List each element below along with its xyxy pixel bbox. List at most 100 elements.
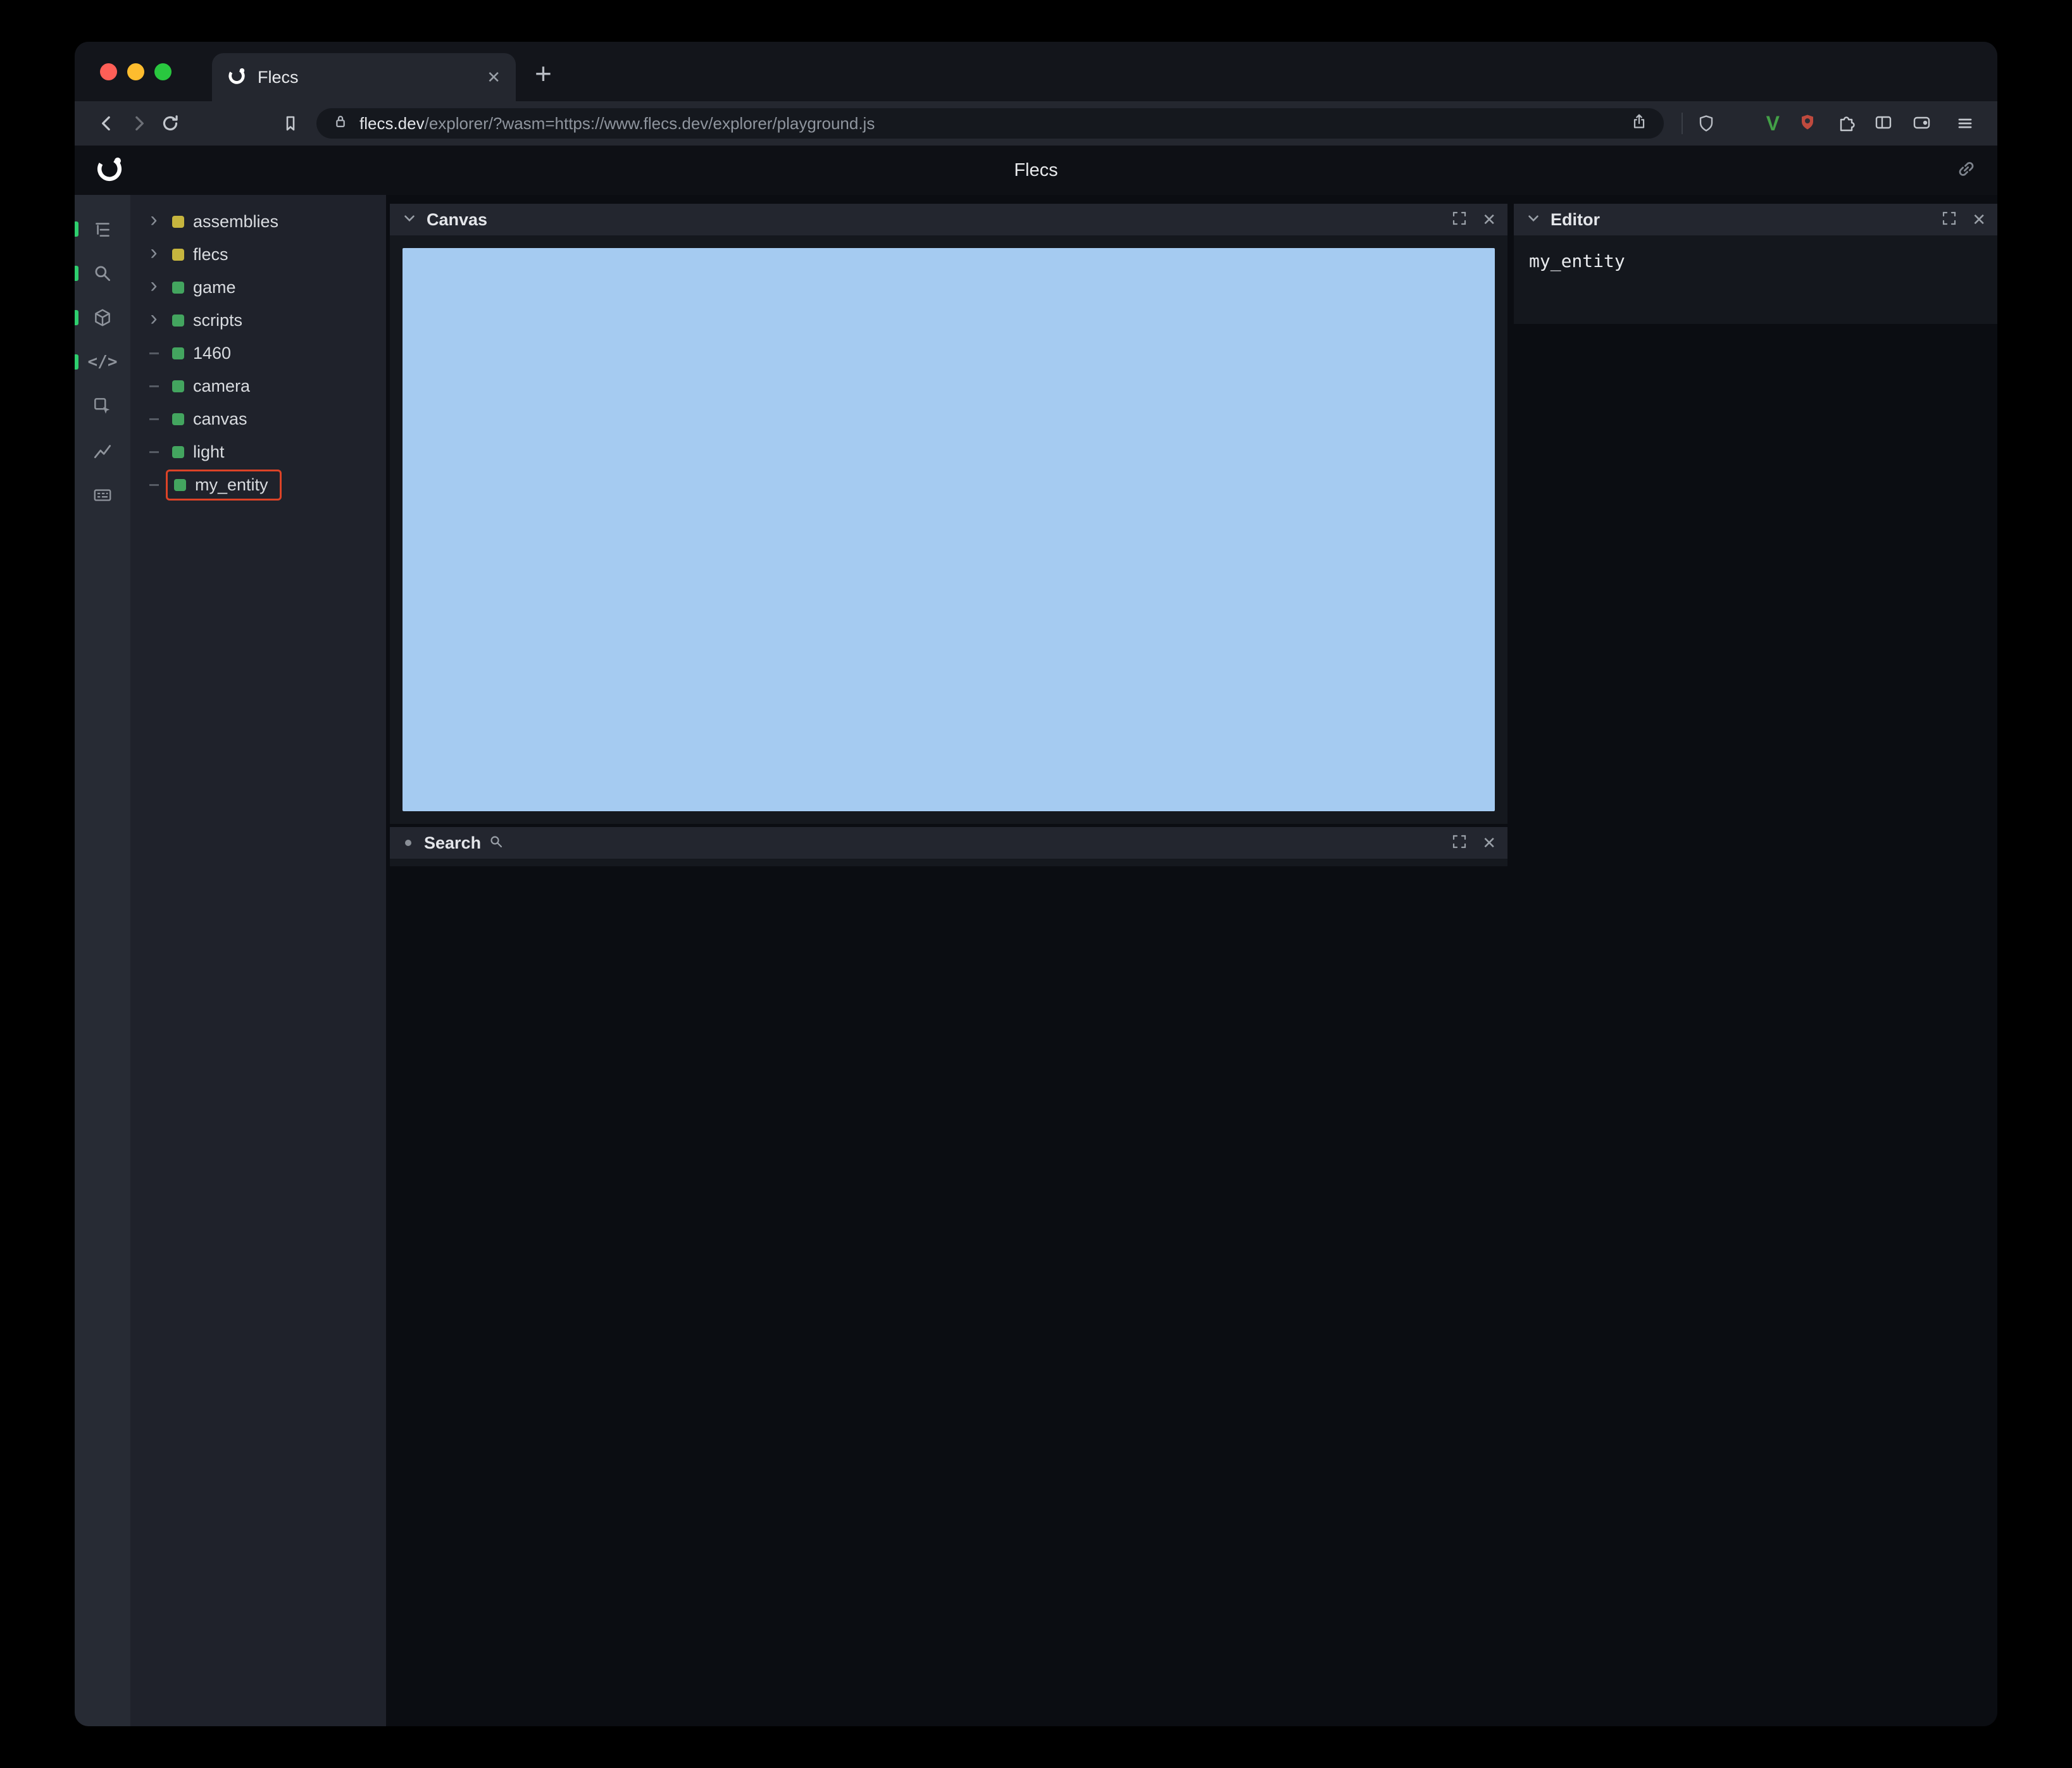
canvas-column: Canvas ✕ Search ✕: [390, 204, 1507, 866]
search-magnifier-icon: [489, 834, 504, 852]
collapse-chevron-icon[interactable]: [1525, 210, 1542, 230]
brave-shields-icon[interactable]: [1690, 108, 1722, 139]
tab-bar: Flecs ✕ +: [75, 42, 1997, 101]
active-indicator: [75, 354, 78, 370]
new-tab-button[interactable]: +: [535, 49, 552, 101]
back-button[interactable]: [91, 108, 123, 139]
tree-item-label: game: [193, 277, 236, 297]
tree-item-1460[interactable]: 1460: [130, 337, 386, 370]
expand-chevron-icon[interactable]: [144, 245, 163, 264]
editor-column: Editor ✕ my_entity: [1514, 204, 1997, 324]
editor-panel-body[interactable]: my_entity: [1514, 235, 1997, 324]
expand-chevron-icon[interactable]: [144, 212, 163, 231]
extension-v-icon[interactable]: V: [1766, 112, 1780, 135]
search-icon[interactable]: [75, 256, 130, 291]
app-content: </> assemblies flecs: [75, 195, 1997, 1726]
lock-icon: [332, 113, 349, 135]
url-path: /explorer/?wasm=https://www.flecs.dev/ex…: [424, 113, 875, 133]
left-icon-sidebar: </>: [75, 195, 130, 1726]
zoom-window-button[interactable]: [154, 63, 172, 80]
tree-item-label: camera: [193, 376, 251, 395]
browser-window: Flecs ✕ + flecs.dev /explorer/?wasm=http…: [75, 42, 1997, 1726]
console-icon[interactable]: [75, 477, 130, 513]
collapsed-bullet-icon[interactable]: [405, 840, 411, 846]
editor-content[interactable]: my_entity: [1529, 251, 1625, 271]
chart-icon[interactable]: [75, 433, 130, 468]
bookmark-icon[interactable]: [275, 108, 306, 139]
entity-dot: [172, 445, 184, 458]
close-window-button[interactable]: [100, 63, 117, 80]
tree-item-label: 1460: [193, 343, 232, 363]
extensions-puzzle-icon[interactable]: [1835, 112, 1856, 135]
fullscreen-icon[interactable]: [1940, 209, 1958, 230]
minimize-window-button[interactable]: [127, 63, 144, 80]
tree-item-label: light: [193, 442, 225, 461]
close-panel-icon[interactable]: ✕: [1482, 833, 1496, 853]
flecs-logo-icon: [95, 154, 124, 187]
highlight-annotation-box: my_entity: [166, 469, 282, 501]
entity-tree: assemblies flecs game scripts 1460: [130, 195, 386, 1726]
tree-item-canvas[interactable]: canvas: [130, 402, 386, 435]
flecs-favicon-icon: [227, 66, 246, 89]
editor-panel: Editor ✕ my_entity: [1514, 204, 1997, 324]
tab-title: Flecs: [258, 67, 299, 87]
active-indicator: [75, 310, 78, 325]
inspect-icon[interactable]: [75, 389, 130, 424]
cube-icon[interactable]: [75, 300, 130, 335]
canvas-panel-body: [390, 235, 1507, 824]
extension-shield-icon[interactable]: [1797, 112, 1818, 135]
close-panel-icon[interactable]: ✕: [1972, 210, 1986, 230]
entity-dot: [172, 248, 184, 261]
reload-button[interactable]: [154, 108, 186, 139]
tree-item-flecs[interactable]: flecs: [130, 238, 386, 271]
active-indicator: [75, 221, 78, 237]
url-bar[interactable]: flecs.dev /explorer/?wasm=https://www.fl…: [316, 108, 1664, 139]
canvas-panel-title: Canvas: [427, 209, 488, 229]
page-title: Flecs: [1014, 159, 1058, 180]
tree-branch-dash: [144, 475, 163, 494]
extension-icons: V: [1766, 112, 1932, 135]
entity-dot: [172, 314, 184, 327]
tree-item-label: assemblies: [193, 211, 279, 231]
canvas-panel: Canvas ✕: [390, 204, 1507, 824]
search-panel-body: [390, 859, 1507, 866]
tree-item-camera[interactable]: camera: [130, 370, 386, 402]
expand-chevron-icon[interactable]: [144, 278, 163, 297]
canvas-surface[interactable]: [403, 248, 1495, 811]
entity-dot: [172, 413, 184, 425]
share-link-icon[interactable]: [1956, 158, 1977, 183]
close-panel-icon[interactable]: ✕: [1482, 210, 1496, 230]
tree-branch-dash: [144, 344, 163, 363]
tree-item-light[interactable]: light: [130, 435, 386, 468]
wallet-icon[interactable]: [1911, 112, 1932, 135]
hierarchy-icon[interactable]: [75, 211, 130, 247]
forward-button[interactable]: [123, 108, 154, 139]
expand-chevron-icon[interactable]: [144, 311, 163, 330]
tree-item-game[interactable]: game: [130, 271, 386, 304]
tree-item-assemblies[interactable]: assemblies: [130, 205, 386, 238]
fullscreen-icon[interactable]: [1451, 833, 1468, 854]
code-icon[interactable]: </>: [75, 344, 130, 380]
tree-item-label: flecs: [193, 244, 228, 264]
tree-item-my-entity[interactable]: my_entity: [130, 468, 386, 501]
entity-dot: [172, 215, 184, 228]
menu-hamburger-icon[interactable]: [1949, 108, 1981, 139]
tree-item-label: my_entity: [195, 475, 268, 494]
url-domain: flecs.dev: [359, 113, 425, 133]
share-icon[interactable]: [1630, 112, 1649, 135]
search-panel-header: Search ✕: [390, 827, 1507, 859]
tree-branch-dash: [144, 409, 163, 428]
tree-item-scripts[interactable]: scripts: [130, 304, 386, 337]
editor-panel-title: Editor: [1551, 209, 1600, 229]
fullscreen-icon[interactable]: [1451, 209, 1468, 230]
toolbar-divider: [1681, 113, 1683, 134]
browser-tab-flecs[interactable]: Flecs ✕: [212, 53, 516, 101]
tree-item-label: scripts: [193, 310, 243, 330]
canvas-panel-header: Canvas ✕: [390, 204, 1507, 235]
collapse-chevron-icon[interactable]: [401, 210, 418, 230]
active-indicator: [75, 266, 78, 281]
entity-dot: [172, 380, 184, 392]
sidebar-toggle-icon[interactable]: [1873, 112, 1894, 135]
search-panel: Search ✕: [390, 827, 1507, 866]
close-tab-button[interactable]: ✕: [487, 68, 501, 87]
